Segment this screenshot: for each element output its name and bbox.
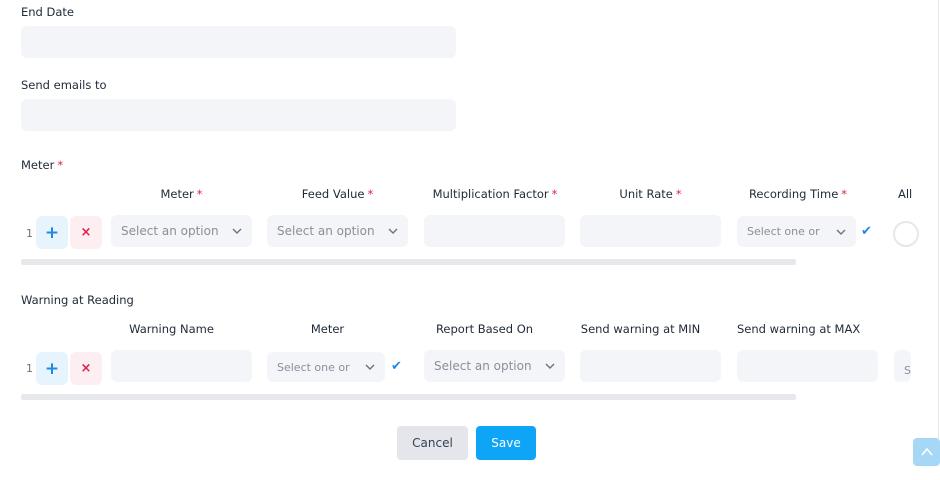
- delete-row-button[interactable]: ×: [70, 216, 102, 249]
- recording-time-select[interactable]: Select one or: [737, 216, 856, 247]
- chevron-down-icon: [232, 228, 242, 234]
- col-report-based-on: Report Based On: [435, 322, 534, 336]
- multiplication-factor-input[interactable]: [424, 215, 565, 247]
- report-based-on-select[interactable]: Select an option: [424, 350, 565, 382]
- row-number: 1: [26, 227, 33, 240]
- add-row-button[interactable]: +: [36, 216, 68, 249]
- chevron-down-icon: [836, 229, 846, 235]
- check-icon: ✔: [861, 224, 872, 239]
- col-meter: Meter *: [111, 187, 252, 201]
- col-multiplication-factor: Multiplication Factor *: [416, 187, 574, 201]
- send-emails-input[interactable]: [21, 99, 456, 131]
- col-send-warning-max: Send warning at MAX: [737, 322, 861, 336]
- plus-icon: +: [44, 358, 60, 379]
- col-unit-rate: Unit Rate *: [580, 187, 721, 201]
- col-feed-value: Feed Value *: [267, 187, 408, 201]
- col-feed-value-text: Feed Value: [301, 187, 365, 201]
- feed-value-select-placeholder: Select an option: [277, 224, 375, 238]
- meter-select[interactable]: Select an option: [111, 215, 252, 247]
- warning-meter-placeholder: Select one or: [277, 360, 350, 374]
- required-mark: *: [841, 187, 848, 201]
- toggle-switch[interactable]: [893, 221, 919, 247]
- save-button[interactable]: Save: [476, 426, 536, 460]
- warning-horizontal-scrollbar[interactable]: [21, 394, 796, 400]
- required-mark: *: [551, 187, 558, 201]
- col-multiplication-factor-text: Multiplication Factor: [432, 187, 549, 201]
- chevron-down-icon: [365, 364, 375, 370]
- col-all: All: [898, 187, 913, 201]
- scroll-to-top-button[interactable]: [913, 438, 940, 466]
- chevron-down-icon: [545, 363, 555, 369]
- warning-section-title: Warning at Reading: [21, 293, 134, 307]
- col-send-warning-min: Send warning at MIN: [580, 322, 701, 336]
- meter-section-title: Meter *: [21, 158, 63, 172]
- meter-section-title-text: Meter: [21, 158, 55, 172]
- arrow-up-icon: [920, 447, 933, 456]
- required-mark: *: [675, 187, 682, 201]
- col-recording-time-text: Recording Time: [748, 187, 839, 201]
- plus-icon: +: [44, 222, 60, 243]
- close-icon: ×: [80, 361, 92, 376]
- unit-rate-input[interactable]: [580, 215, 721, 247]
- send-warning-max-input[interactable]: [737, 350, 878, 382]
- recording-time-placeholder: Select one or: [747, 225, 820, 238]
- send-warning-min-input[interactable]: [580, 350, 721, 382]
- col-warning-name: Warning Name: [129, 322, 214, 336]
- report-based-on-placeholder: Select an option: [434, 359, 532, 373]
- col-warning-meter: Meter: [310, 322, 345, 336]
- required-mark: *: [57, 158, 64, 172]
- right-edge-divider: [938, 0, 939, 440]
- delete-warning-row-button[interactable]: ×: [70, 352, 102, 385]
- meter-select-placeholder: Select an option: [121, 224, 219, 238]
- col-meter-text: Meter: [160, 187, 194, 201]
- feed-value-select[interactable]: Select an option: [267, 215, 408, 247]
- check-icon: ✔: [391, 359, 402, 374]
- row-number: 1: [26, 362, 33, 375]
- meter-horizontal-scrollbar[interactable]: [21, 259, 796, 265]
- close-icon: ×: [80, 225, 92, 240]
- send-emails-label: Send emails to: [21, 78, 107, 92]
- warning-meter-select[interactable]: Select one or: [267, 352, 385, 382]
- partial-select[interactable]: S: [894, 350, 911, 382]
- end-date-label: End Date: [21, 5, 74, 19]
- partial-select-text: S: [904, 364, 911, 377]
- col-recording-time: Recording Time *: [737, 187, 859, 201]
- col-unit-rate-text: Unit Rate: [619, 187, 673, 201]
- required-mark: *: [367, 187, 374, 201]
- end-date-input[interactable]: [21, 26, 456, 58]
- add-warning-row-button[interactable]: +: [36, 352, 68, 385]
- required-mark: *: [196, 187, 203, 201]
- cancel-button[interactable]: Cancel: [397, 426, 468, 460]
- warning-name-input[interactable]: [111, 350, 252, 382]
- chevron-down-icon: [388, 228, 398, 234]
